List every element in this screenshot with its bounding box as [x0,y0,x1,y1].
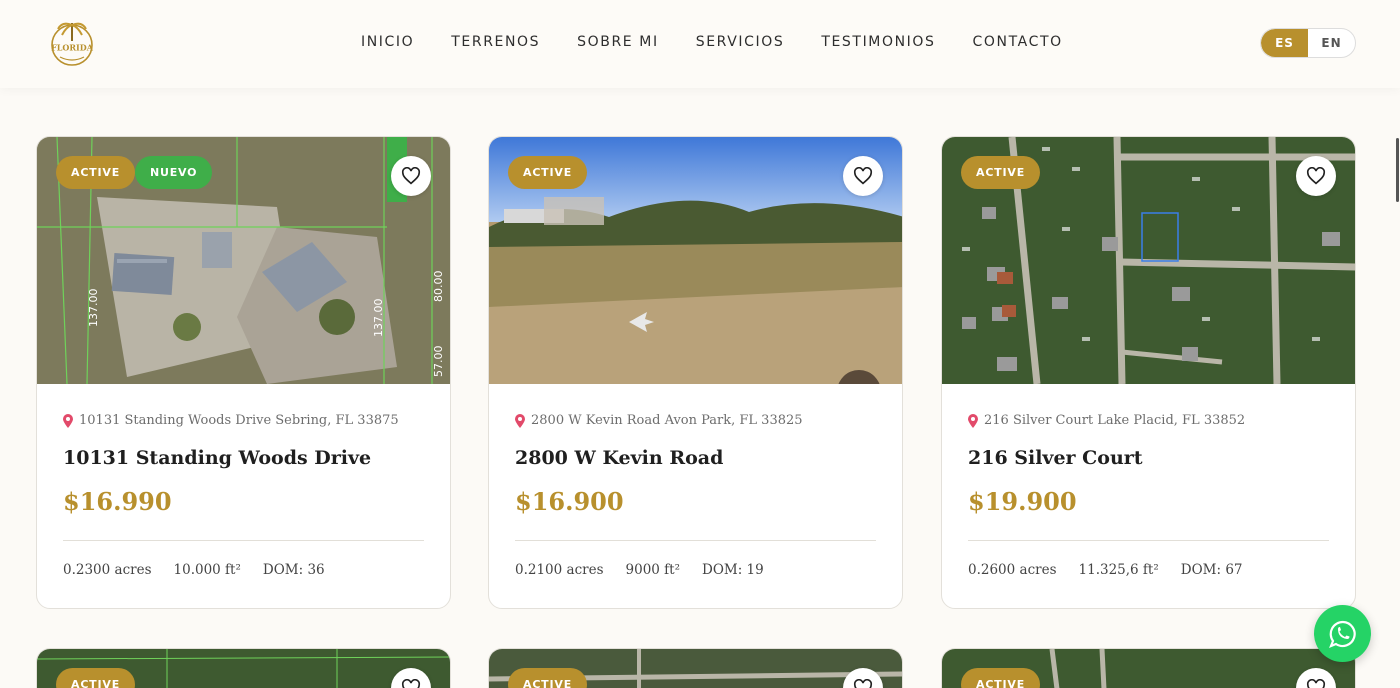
listing-address: 216 Silver Court Lake Placid, FL 33852 [968,413,1245,428]
listing-address: 2800 W Kevin Road Avon Park, FL 33825 [515,413,803,428]
listing-card[interactable]: ACTIVE [36,648,451,688]
address-text: 2800 W Kevin Road Avon Park, FL 33825 [531,413,803,428]
scrollbar-thumb[interactable] [1396,138,1399,202]
days-on-market: DOM: 36 [262,562,325,578]
listing-stats: 0.2600 acres 11.325,6 ft² DOM: 67 [968,562,1265,578]
nav-terrenos[interactable]: TERRENOS [451,34,540,50]
nav-inicio[interactable]: INICIO [361,34,414,50]
area-sqft: 9000 ft² [625,562,680,578]
map-pin-icon [63,413,73,428]
favorite-button[interactable] [1296,156,1336,196]
listing-price: $16.990 [63,487,172,516]
acres: 0.2300 acres [63,562,152,578]
main-nav: INICIO TERRENOS SOBRE MI SERVICIOS TESTI… [361,34,1100,50]
days-on-market: DOM: 67 [1180,562,1243,578]
site-header: FLORIDA INICIO TERRENOS SOBRE MI SERVICI… [0,0,1400,88]
heart-icon [401,679,421,688]
listing-card[interactable]: ACTIVE [488,648,903,688]
status-badge: ACTIVE [961,156,1041,189]
listing-card[interactable]: ACTIVE 216 Silver Court Lake Placid, FL … [941,136,1356,609]
status-badge: ACTIVE [508,156,588,189]
divider [968,540,1329,541]
nav-contacto[interactable]: CONTACTO [973,34,1063,50]
nav-sobre-mi[interactable]: SOBRE MI [577,34,659,50]
map-pin-icon [515,413,525,428]
whatsapp-button[interactable] [1314,605,1371,662]
lang-en-button[interactable]: EN [1308,29,1355,57]
heart-icon [1306,679,1326,688]
area-sqft: 11.325,6 ft² [1078,562,1159,578]
heart-icon [853,167,873,185]
nav-servicios[interactable]: SERVICIOS [696,34,785,50]
language-switcher: ES EN [1260,28,1356,58]
status-badge: ACTIVE [961,668,1041,688]
listing-title[interactable]: 216 Silver Court [968,447,1143,469]
nav-testimonios[interactable]: TESTIMONIOS [821,34,935,50]
listing-card[interactable]: 137.00 137.00 80.00 57.00 ACTIVE NUEVO 1… [36,136,451,609]
listing-price: $16.900 [515,487,624,516]
svg-text:137.00: 137.00 [372,299,385,338]
address-text: 216 Silver Court Lake Placid, FL 33852 [984,413,1246,428]
status-badge: ACTIVE [56,668,136,688]
svg-text:57.00: 57.00 [432,346,445,378]
svg-text:137.00: 137.00 [87,289,100,328]
heart-icon [401,167,421,185]
new-badge: NUEVO [135,156,213,189]
heart-icon [853,679,873,688]
acres: 0.2100 acres [515,562,604,578]
florida-logo[interactable]: FLORIDA [48,17,96,67]
favorite-button[interactable] [843,156,883,196]
days-on-market: DOM: 19 [702,562,764,578]
status-badge: ACTIVE [508,668,588,688]
listing-card[interactable]: ACTIVE [941,648,1356,688]
listing-stats: 0.2100 acres 9000 ft² DOM: 19 [515,562,786,578]
listing-stats: 0.2300 acres 10.000 ft² DOM: 36 [63,562,347,578]
map-pin-icon [968,413,978,428]
listing-card[interactable]: ACTIVE 2800 W Kevin Road Avon Park, FL 3… [488,136,903,609]
listing-address: 10131 Standing Woods Drive Sebring, FL 3… [63,413,399,428]
whatsapp-icon [1328,620,1356,648]
listing-title[interactable]: 2800 W Kevin Road [515,447,723,469]
divider [63,540,424,541]
listing-title[interactable]: 10131 Standing Woods Drive [63,447,371,469]
favorite-button[interactable] [391,156,431,196]
lang-es-button[interactable]: ES [1261,29,1308,57]
address-text: 10131 Standing Woods Drive Sebring, FL 3… [79,413,399,428]
listing-price: $19.900 [968,487,1077,516]
heart-icon [1306,167,1326,185]
status-badge: ACTIVE [56,156,136,189]
acres: 0.2600 acres [968,562,1057,578]
divider [515,540,876,541]
area-sqft: 10.000 ft² [173,562,241,578]
svg-text:80.00: 80.00 [432,271,445,303]
svg-text:FLORIDA: FLORIDA [51,43,94,53]
